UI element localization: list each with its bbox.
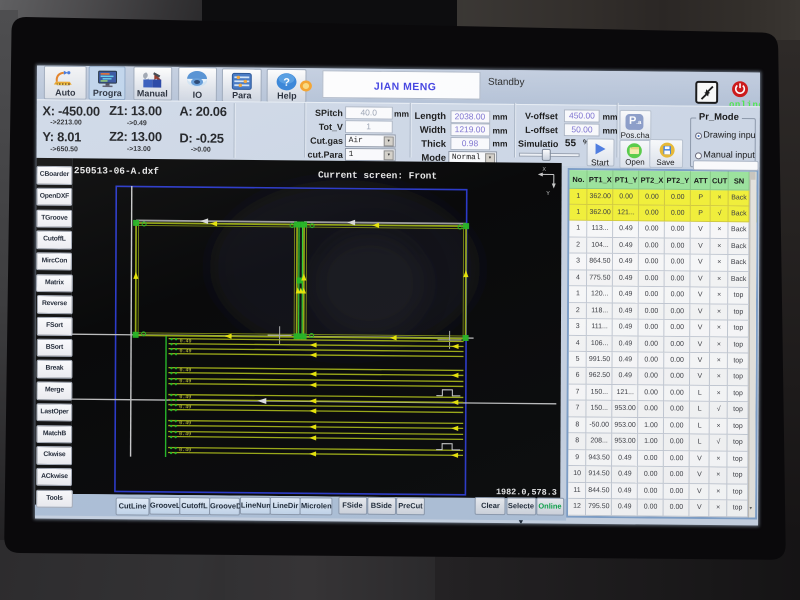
svg-text:0.49: 0.49 [179,367,191,373]
svg-text:0.49: 0.49 [179,420,191,426]
svg-text:0.49: 0.49 [179,394,191,400]
svg-text:0.49: 0.49 [179,338,191,344]
svg-text:0.49: 0.49 [179,404,191,410]
svg-text:?: ? [284,77,291,89]
svg-text:0.49: 0.49 [179,447,191,453]
svg-text:0.49: 0.49 [179,378,191,384]
svg-text:0.49: 0.49 [179,431,191,437]
svg-text:X: X [542,166,546,173]
svg-text:0.49: 0.49 [179,348,191,354]
svg-text:Y: Y [546,190,550,197]
